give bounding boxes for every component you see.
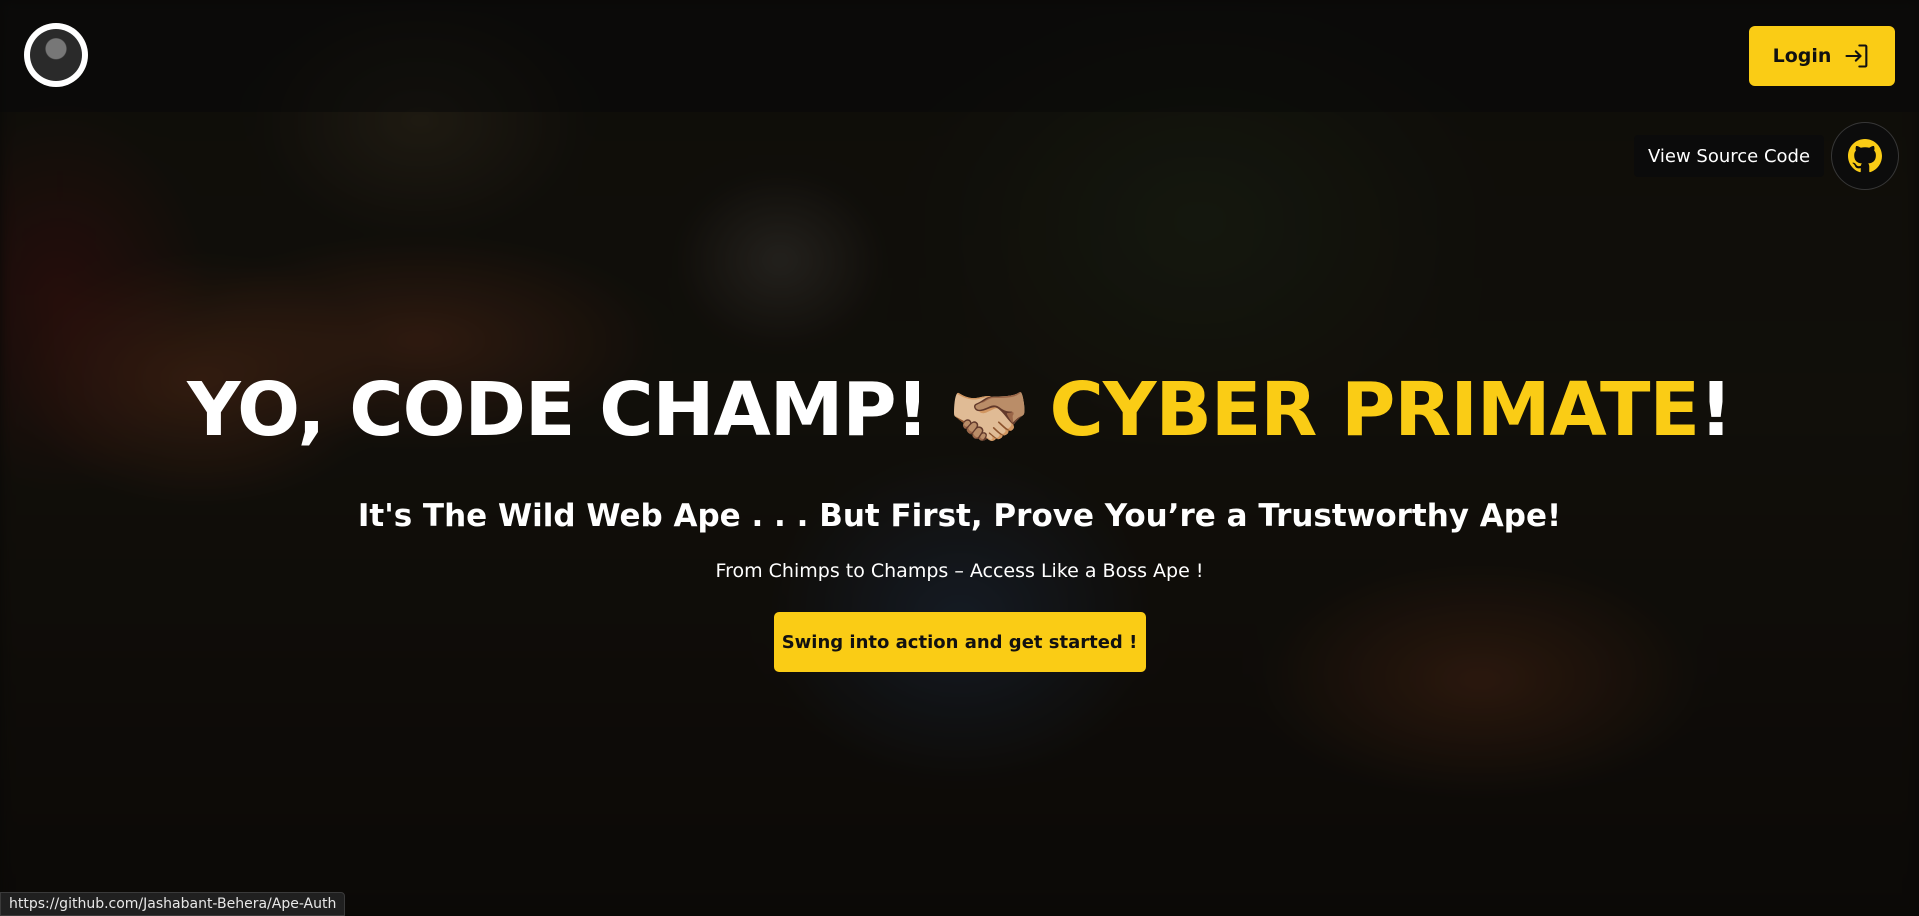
login-button-label: Login	[1772, 45, 1832, 67]
headline-accent-text: CYBER PRIMATE	[1049, 367, 1701, 453]
login-arrow-icon	[1845, 44, 1868, 68]
hero-headline: YO, CODE CHAMP! 🫱🏼‍🫲🏽 CYBER PRIMATE!	[0, 355, 1919, 472]
headline-text: YO, CODE CHAMP!	[187, 367, 929, 453]
gorilla-logo-image	[30, 29, 82, 81]
hero-section: YO, CODE CHAMP! 🫱🏼‍🫲🏽 CYBER PRIMATE! It's …	[0, 355, 1919, 672]
handshake-emoji: 🫱🏼‍🫲🏽	[948, 378, 1030, 455]
view-source-tooltip: View Source Code	[1634, 135, 1825, 177]
login-button[interactable]: Login	[1749, 26, 1895, 86]
gorilla-logo[interactable]	[24, 23, 88, 87]
github-icon	[1848, 139, 1882, 173]
page: Login View Source Code YO, CODE CHAMP! 🫱🏼…	[0, 0, 1919, 916]
get-started-button[interactable]: Swing into action and get started !	[773, 612, 1146, 672]
hero-tagline: From Chimps to Champs – Access Like a Bo…	[715, 560, 1204, 582]
status-bar-url: https://github.com/Jashabant-Behera/Ape-…	[0, 892, 346, 916]
navbar	[0, 0, 1919, 112]
github-source-button[interactable]	[1831, 122, 1899, 190]
hero-subheadline: It's The Wild Web Ape . . . But First, P…	[357, 498, 1562, 534]
headline-exclamation: !	[1699, 367, 1733, 453]
